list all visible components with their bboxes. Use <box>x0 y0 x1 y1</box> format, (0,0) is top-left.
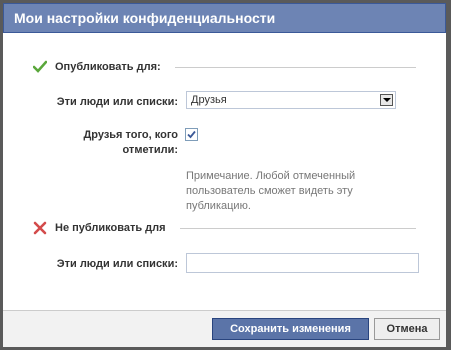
publish-people-label: Эти люди или списки: <box>56 96 178 108</box>
dialog-title: Мои настройки конфиденциальности <box>3 3 446 33</box>
tagged-friends-label: Друзья того, кого отметили: <box>83 129 178 156</box>
privacy-settings-dialog: Мои настройки конфиденциальности Опублик… <box>3 3 446 347</box>
publish-heading-label: Опубликовать для: <box>55 61 161 73</box>
x-icon <box>33 221 47 235</box>
publish-section-heading: Опубликовать для: <box>32 60 161 74</box>
audience-select-value: Друзья <box>191 94 227 106</box>
tagged-friends-checkbox[interactable] <box>185 128 198 141</box>
check-icon <box>32 60 48 74</box>
hide-heading-label: Не публиковать для <box>55 222 166 234</box>
hide-section-heading: Не публиковать для <box>33 221 166 235</box>
cancel-button[interactable]: Отмена <box>374 318 440 340</box>
hide-people-input[interactable] <box>186 253 419 273</box>
section-divider <box>180 228 416 229</box>
audience-select[interactable]: Друзья <box>186 91 396 109</box>
chevron-down-icon[interactable] <box>380 94 393 106</box>
hide-people-label: Эти люди или списки: <box>56 258 178 270</box>
privacy-note: Примечание. Любой отмеченный пользовател… <box>186 170 356 212</box>
save-changes-button[interactable]: Сохранить изменения <box>212 318 369 340</box>
dialog-footer: Сохранить изменения Отмена <box>3 310 446 347</box>
section-divider <box>175 67 416 68</box>
checkmark-icon <box>187 130 196 139</box>
